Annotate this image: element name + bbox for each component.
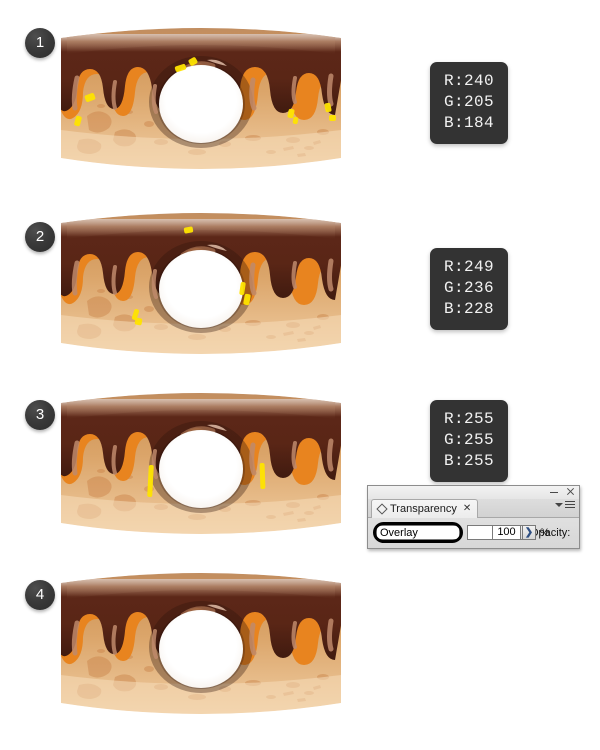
rgb-readout-b-value: B:228 bbox=[444, 300, 495, 318]
donut-illustration bbox=[61, 213, 341, 354]
panel-body: Overlay Opacity: 100 ❯ % bbox=[368, 518, 579, 548]
transparency-panel[interactable]: Transparency ✕ Overlay Opacity: 100 ❯ % bbox=[367, 485, 580, 549]
step-number-badge: 4 bbox=[25, 580, 55, 610]
flyout-triangle-icon bbox=[555, 502, 563, 507]
rgb-readout-b-value: B:184 bbox=[444, 114, 495, 132]
step-number-badge: 3 bbox=[25, 400, 55, 430]
tab-transparency[interactable]: Transparency ✕ bbox=[371, 499, 479, 518]
panel-flyout-menu-icon[interactable] bbox=[555, 501, 575, 508]
donut-illustration bbox=[61, 393, 341, 534]
close-icon[interactable] bbox=[566, 486, 575, 497]
flyout-lines-icon bbox=[565, 501, 575, 508]
donut-hole bbox=[159, 65, 243, 143]
step-row: 1 bbox=[0, 20, 600, 190]
donut-image bbox=[57, 565, 345, 725]
rgb-readout-r-value: R:249 bbox=[444, 258, 495, 276]
donut-image bbox=[57, 205, 345, 365]
tab-close-icon[interactable]: ✕ bbox=[463, 500, 471, 518]
step-number-badge: 2 bbox=[25, 222, 55, 252]
rgb-readout-g-value: G:255 bbox=[444, 431, 495, 449]
donut-illustration bbox=[61, 573, 341, 714]
percent-label: % bbox=[540, 527, 550, 539]
step-number-badge: 1 bbox=[25, 28, 55, 58]
highlight-mark bbox=[329, 115, 336, 121]
rgb-readout-g-value: G:236 bbox=[444, 279, 495, 297]
rgb-readout-r-value: R:255 bbox=[444, 410, 495, 428]
tab-label: Transparency bbox=[390, 503, 457, 515]
panel-window-buttons bbox=[550, 486, 575, 497]
opacity-input[interactable]: 100 bbox=[492, 525, 521, 540]
donut-image bbox=[57, 20, 345, 180]
rgb-readout-g-value: G:205 bbox=[444, 93, 495, 111]
step-row: 4 bbox=[0, 565, 600, 735]
panel-tab-row: Transparency ✕ bbox=[368, 499, 579, 518]
highlight-mark bbox=[259, 462, 266, 490]
donut-hole bbox=[159, 250, 243, 328]
panel-title-bar[interactable] bbox=[368, 486, 579, 499]
rgb-readout-b-value: B:255 bbox=[444, 452, 495, 470]
panel-dock-diamond-icon bbox=[376, 503, 388, 515]
rgb-readout-box: R:240 G:205 B:184 bbox=[430, 62, 509, 144]
rgb-readout-box: R:249 G:236 B:228 bbox=[430, 248, 509, 330]
donut-hole bbox=[159, 430, 243, 508]
rgb-readout-box: R:255 G:255 B:255 bbox=[430, 400, 509, 482]
donut-hole bbox=[159, 610, 243, 688]
donut-illustration bbox=[61, 28, 341, 169]
opacity-stepper-button[interactable]: ❯ bbox=[522, 525, 536, 540]
rgb-readout-r-value: R:240 bbox=[444, 72, 495, 90]
opacity-label: Opacity: bbox=[530, 527, 571, 539]
blend-mode-select[interactable]: Overlay bbox=[376, 525, 460, 540]
donut-image bbox=[57, 385, 345, 545]
minimize-icon[interactable] bbox=[550, 486, 559, 497]
step-row: 2 bbox=[0, 205, 600, 375]
highlight-mark bbox=[134, 317, 143, 326]
